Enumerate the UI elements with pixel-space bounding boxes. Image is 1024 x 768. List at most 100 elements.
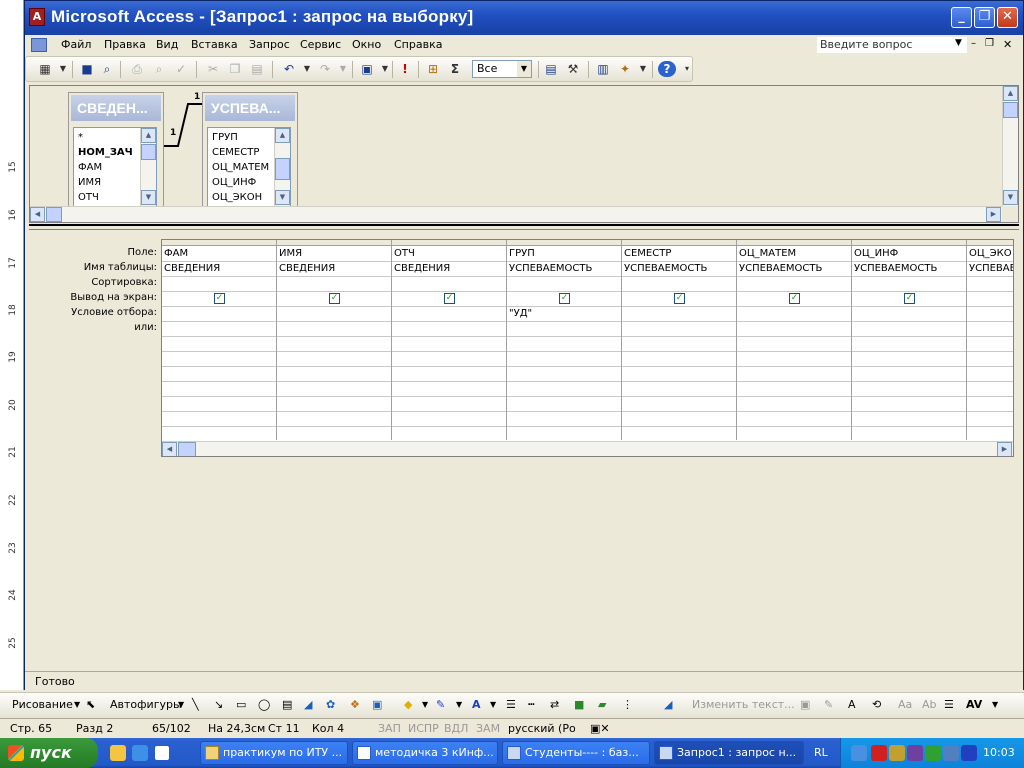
cell-field[interactable]: ФАМ xyxy=(164,248,276,259)
grid-column[interactable]: ОЦ_ЭКО УСПЕВАЕ xyxy=(967,240,1013,440)
scroll-left-icon[interactable]: ◀ xyxy=(162,442,177,456)
chevron-down-icon[interactable]: ▼ xyxy=(517,61,531,77)
status-language[interactable]: русский (Ро xyxy=(508,722,576,735)
view-dropdown-icon[interactable]: ▼ xyxy=(54,61,72,77)
menu-help[interactable]: Справка xyxy=(394,38,442,51)
cell-table[interactable]: УСПЕВАЕМОСТЬ xyxy=(624,263,736,274)
query-type-icon[interactable]: ▣ xyxy=(358,61,376,77)
save-icon[interactable]: ■ xyxy=(78,61,96,77)
textbox-icon[interactable]: ▤ xyxy=(282,698,292,711)
arrow-style-icon[interactable]: ⇄ xyxy=(550,698,559,711)
cell-table[interactable]: СВЕДЕНИЯ xyxy=(279,263,391,274)
status-rec[interactable]: ЗАП xyxy=(378,722,401,735)
field-item[interactable]: ОЦ_ЭКОН xyxy=(212,192,262,203)
spelling-icon[interactable]: ✓ xyxy=(172,61,190,77)
grid-horizontal-scrollbar[interactable]: ◀ ▶ xyxy=(162,441,1013,456)
field-item[interactable]: ОТЧ xyxy=(78,192,99,203)
menu-insert[interactable]: Вставка xyxy=(191,38,238,51)
clock[interactable]: 10:03 xyxy=(983,746,1015,759)
display-icon[interactable] xyxy=(943,745,959,761)
media-icon[interactable] xyxy=(961,745,977,761)
menu-window[interactable]: Окно xyxy=(352,38,381,51)
vertical-text-icon[interactable]: Ab xyxy=(922,698,937,711)
status-ext[interactable]: ВДЛ xyxy=(444,722,468,735)
chevron-down-icon[interactable]: ▼ xyxy=(992,700,998,709)
doc-restore-button[interactable]: ❐ xyxy=(985,38,994,49)
fill-color-icon[interactable]: ◆ xyxy=(404,698,412,711)
table-svedeniya[interactable]: СВЕДЕН... * НОМ_ЗАЧ ФАМ ИМЯ ОТЧ ▲ ▼ xyxy=(68,92,164,208)
field-item[interactable]: ОЦ_ИНФ xyxy=(212,177,256,188)
scroll-thumb[interactable] xyxy=(1003,102,1018,118)
change-text-button[interactable]: Изменить текст... xyxy=(692,698,795,711)
chevron-down-icon[interactable]: ▼ xyxy=(456,700,462,709)
show-checkbox[interactable]: ✓ xyxy=(329,293,340,304)
antivirus-icon[interactable] xyxy=(871,745,887,761)
status-ovr[interactable]: ЗАМ xyxy=(476,722,500,735)
pane-vertical-scrollbar[interactable]: ▲ ▼ xyxy=(1002,86,1018,206)
view-icon[interactable]: ▦ xyxy=(36,61,54,77)
desktop-icon[interactable] xyxy=(110,745,126,761)
align-icon[interactable]: ☰ xyxy=(944,698,954,711)
cell-field[interactable]: ОЦ_ЭКО xyxy=(969,248,1013,259)
database-window-icon[interactable]: ▥ xyxy=(594,61,612,77)
grid-column[interactable]: ГРУП УСПЕВАЕМОСТЬ ✓ "УД" xyxy=(507,240,622,440)
line-icon[interactable]: ╲ xyxy=(192,698,199,711)
cell-table[interactable]: УСПЕВАЕМОСТЬ xyxy=(739,263,851,274)
search-icon[interactable]: ⌕ xyxy=(98,61,116,77)
show-checkbox[interactable]: ✓ xyxy=(214,293,225,304)
grid-column[interactable]: ОЦ_ИНФ УСПЕВАЕМОСТЬ ✓ xyxy=(852,240,967,440)
scroll-down-icon[interactable]: ▼ xyxy=(1003,190,1018,205)
undo-icon[interactable]: ↶ xyxy=(280,61,298,77)
chevron-down-icon[interactable]: ▼ xyxy=(178,700,184,709)
chevron-down-icon[interactable]: ▼ xyxy=(422,700,428,709)
language-indicator[interactable]: RL xyxy=(814,746,828,759)
column-selector[interactable] xyxy=(852,240,966,246)
taskbar-button[interactable]: методичка 3 кИнф... xyxy=(352,741,498,765)
scroll-thumb[interactable] xyxy=(275,158,290,180)
properties-icon[interactable]: ▤ xyxy=(542,61,560,77)
scroll-thumb[interactable] xyxy=(178,442,196,456)
field-item-key[interactable]: НОМ_ЗАЧ xyxy=(78,147,133,158)
title-bar[interactable]: A Microsoft Access - [Запрос1 : запрос н… xyxy=(25,1,1023,35)
menu-query[interactable]: Запрос xyxy=(249,38,290,51)
spelling-status-icon[interactable]: ▣✕ xyxy=(590,722,610,735)
tray-app-icon[interactable] xyxy=(889,745,905,761)
picture-icon[interactable]: ▣ xyxy=(372,698,382,711)
cut-icon[interactable]: ✂ xyxy=(204,61,222,77)
menu-edit[interactable]: Правка xyxy=(104,38,146,51)
question-dropdown-icon[interactable]: ▼ xyxy=(955,38,962,48)
scroll-left-icon[interactable]: ◀ xyxy=(30,207,45,222)
text-tool-icon[interactable]: ◢ xyxy=(664,698,672,711)
table-title[interactable]: СВЕДЕН... xyxy=(71,95,161,121)
doc-close-button[interactable]: ✕ xyxy=(1003,38,1012,51)
new-object-dropdown-icon[interactable]: ▼ xyxy=(634,61,652,77)
ie-icon[interactable] xyxy=(132,745,148,761)
grid-column[interactable]: ОТЧ СВЕДЕНИЯ ✓ xyxy=(392,240,507,440)
cell-table[interactable]: УСПЕВАЕ xyxy=(969,263,1013,274)
close-button[interactable]: ✕ xyxy=(997,7,1018,28)
toolbar-options-icon[interactable]: ▾ xyxy=(678,61,696,77)
field-item[interactable]: ОЦ_МАТЕМ xyxy=(212,162,269,173)
scroll-down-icon[interactable]: ▼ xyxy=(141,190,156,205)
format-icon[interactable]: ✎ xyxy=(824,698,833,711)
show-table-icon[interactable]: ⊞ xyxy=(424,61,442,77)
redo-icon[interactable]: ↷ xyxy=(316,61,334,77)
redo-dropdown-icon[interactable]: ▼ xyxy=(334,61,352,77)
cell-criteria[interactable]: "УД" xyxy=(509,308,621,319)
cell-table[interactable]: СВЕДЕНИЯ xyxy=(394,263,506,274)
scroll-right-icon[interactable]: ▶ xyxy=(986,207,1001,222)
column-selector[interactable] xyxy=(622,240,736,246)
column-selector[interactable] xyxy=(162,240,276,246)
grid-column[interactable]: ИМЯ СВЕДЕНИЯ ✓ xyxy=(277,240,392,440)
gallery-icon[interactable]: ▣ xyxy=(800,698,810,711)
menu-view[interactable]: Вид xyxy=(156,38,178,51)
chevron-down-icon[interactable]: ▼ xyxy=(74,700,80,709)
show-checkbox[interactable]: ✓ xyxy=(559,293,570,304)
modem-icon[interactable] xyxy=(907,745,923,761)
vertical-scrollbar[interactable]: ▲ ▼ xyxy=(140,128,156,206)
cell-field[interactable]: ОЦ_ИНФ xyxy=(854,248,966,259)
print-preview-icon[interactable]: ⌕ xyxy=(150,61,168,77)
show-checkbox[interactable]: ✓ xyxy=(674,293,685,304)
rotate-icon[interactable]: ⟲ xyxy=(872,698,881,711)
question-input[interactable]: Введите вопрос xyxy=(817,37,967,53)
